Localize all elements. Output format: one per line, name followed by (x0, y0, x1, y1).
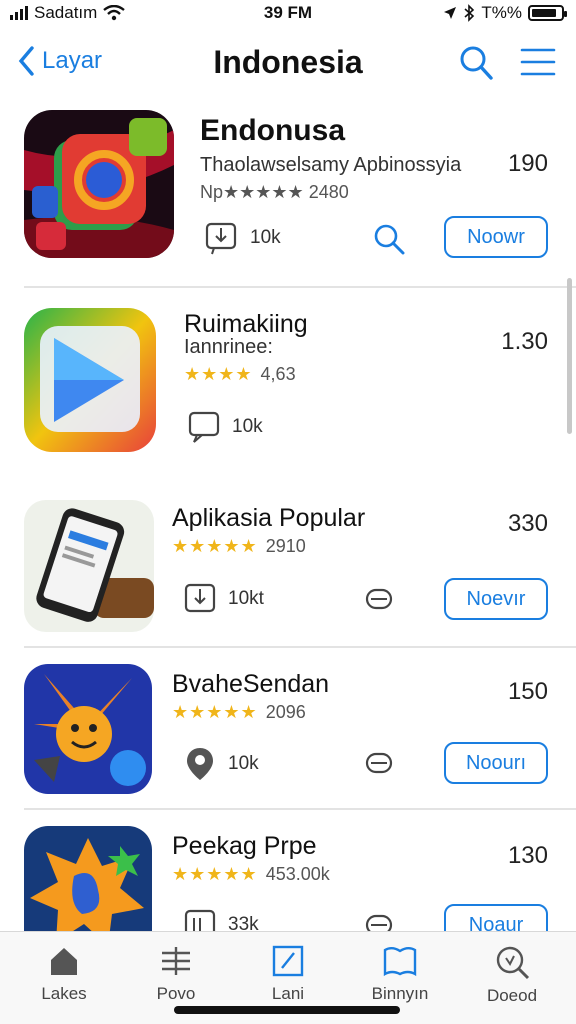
list-item[interactable]: Aplikasia Popular ★★★★★ 2910 330 10kt No… (24, 498, 548, 638)
app-rating: ★★★★★ 2910 (172, 536, 306, 557)
download-icon (184, 909, 216, 932)
tab-label: Binnyın (371, 984, 429, 1003)
link-icon[interactable] (364, 584, 394, 614)
downloads: 10k (204, 220, 281, 256)
app-icon (24, 826, 152, 932)
rating-text: 4,63 (260, 364, 296, 384)
downloads-count: 10k (228, 753, 259, 774)
bluetooth-icon (464, 4, 475, 22)
location-icon (444, 7, 457, 19)
navigation-bar: Layar Indonesia (0, 36, 576, 92)
rating-stars: ★★★★ (184, 364, 253, 384)
app-price: 150 (507, 678, 548, 705)
app-subtitle: Iannrinee: (184, 336, 273, 358)
tab-label: Lakes (41, 984, 87, 1003)
app-name: Aplikasia Popular (172, 504, 366, 532)
list-item[interactable]: BvaheSendan ★★★★★ 2096 150 10k Noourı (24, 662, 548, 802)
home-icon (51, 948, 77, 975)
app-icon (24, 664, 152, 794)
app-list: Endonusa Thaolawselsamy Apbinossyia Np★★… (0, 100, 576, 932)
app-price: 1.30 (501, 328, 548, 355)
get-button[interactable]: Noevır (444, 578, 548, 620)
tab-label: Doeod (486, 986, 538, 1005)
rating-stars: ★★★★★ (172, 864, 258, 884)
rating-text: Np★★★★★ 2480 (200, 182, 349, 202)
get-button[interactable]: Noaur (444, 904, 548, 932)
divider (24, 808, 576, 810)
app-icon (24, 110, 174, 258)
rating-stars: ★★★★★ (172, 702, 258, 722)
get-button[interactable]: Noourı (444, 742, 548, 784)
downloads-count: 33k (228, 914, 259, 932)
rating-stars: ★★★★★ (172, 536, 258, 556)
link-icon[interactable] (364, 910, 394, 932)
tab-lani[interactable]: Lani (238, 944, 338, 1004)
tab-povo[interactable]: Povo (126, 944, 226, 1004)
menu-icon[interactable] (520, 46, 556, 78)
downloads: 10k (188, 410, 263, 444)
download-icon (184, 583, 216, 613)
edit-icon (272, 945, 304, 977)
app-rating: ★★★★ 4,63 (184, 364, 296, 385)
app-name: BvaheSendan (172, 670, 330, 698)
app-name: Peekag Prpe (172, 832, 317, 860)
app-rating: ★★★★★ 2096 (172, 702, 306, 723)
get-button[interactable]: Noowr (444, 216, 548, 258)
tab-doeod[interactable]: Doeod (462, 944, 562, 1006)
downloads: 10kt (184, 582, 264, 616)
app-price: 330 (507, 510, 548, 537)
app-rating: ★★★★★ 453.00k (172, 864, 330, 885)
downloads: 10k (184, 746, 259, 782)
sliders-icon (162, 947, 190, 975)
rating-text: 453.00k (265, 864, 330, 884)
divider (24, 646, 576, 648)
home-indicator (174, 1006, 400, 1014)
downloads: 33k (184, 908, 259, 932)
location-pin-icon (187, 748, 213, 780)
app-rating: Np★★★★★ 2480 (200, 182, 349, 203)
tab-bar: Lakes Povo Lani Binnyın Doeod (0, 931, 576, 1024)
divider (24, 286, 576, 288)
link-icon[interactable] (364, 748, 394, 778)
download-icon (205, 222, 237, 255)
app-price: 190 (507, 150, 548, 177)
tab-label: Lani (271, 984, 305, 1003)
downloads-count: 10k (232, 416, 263, 437)
app-icon (24, 308, 156, 452)
rating-text: 2910 (265, 536, 306, 556)
comment-icon (188, 411, 220, 443)
battery-percent: T%% (481, 3, 522, 22)
list-item[interactable]: Endonusa Thaolawselsamy Apbinossyia Np★★… (24, 110, 548, 275)
tab-home[interactable]: Lakes (14, 944, 114, 1004)
search-icon[interactable] (458, 44, 494, 82)
scrollbar[interactable] (567, 278, 572, 434)
status-bar: Sadatım 39 FM T%% (0, 0, 576, 28)
book-icon (383, 947, 417, 977)
app-price: 130 (507, 842, 548, 869)
search-icon (496, 946, 530, 980)
app-name: Ruimakiing (184, 310, 308, 338)
downloads-count: 10kt (228, 588, 264, 609)
tab-label: Povo (156, 984, 196, 1003)
list-item[interactable]: Ruimakiing Iannrinee: ★★★★ 4,63 1.30 10k (24, 308, 548, 456)
battery-icon (528, 5, 567, 21)
rating-text: 2096 (265, 702, 306, 722)
app-subtitle: Thaolawselsamy Apbinossyia (200, 154, 462, 176)
list-item[interactable]: Peekag Prpe ★★★★★ 453.00k 130 33k Noaur (24, 826, 548, 932)
app-icon (24, 500, 154, 632)
downloads-count: 10k (250, 227, 281, 248)
tab-binnyin[interactable]: Binnyın (350, 944, 450, 1004)
app-name: Endonusa (200, 114, 346, 147)
search-icon[interactable] (372, 222, 406, 256)
